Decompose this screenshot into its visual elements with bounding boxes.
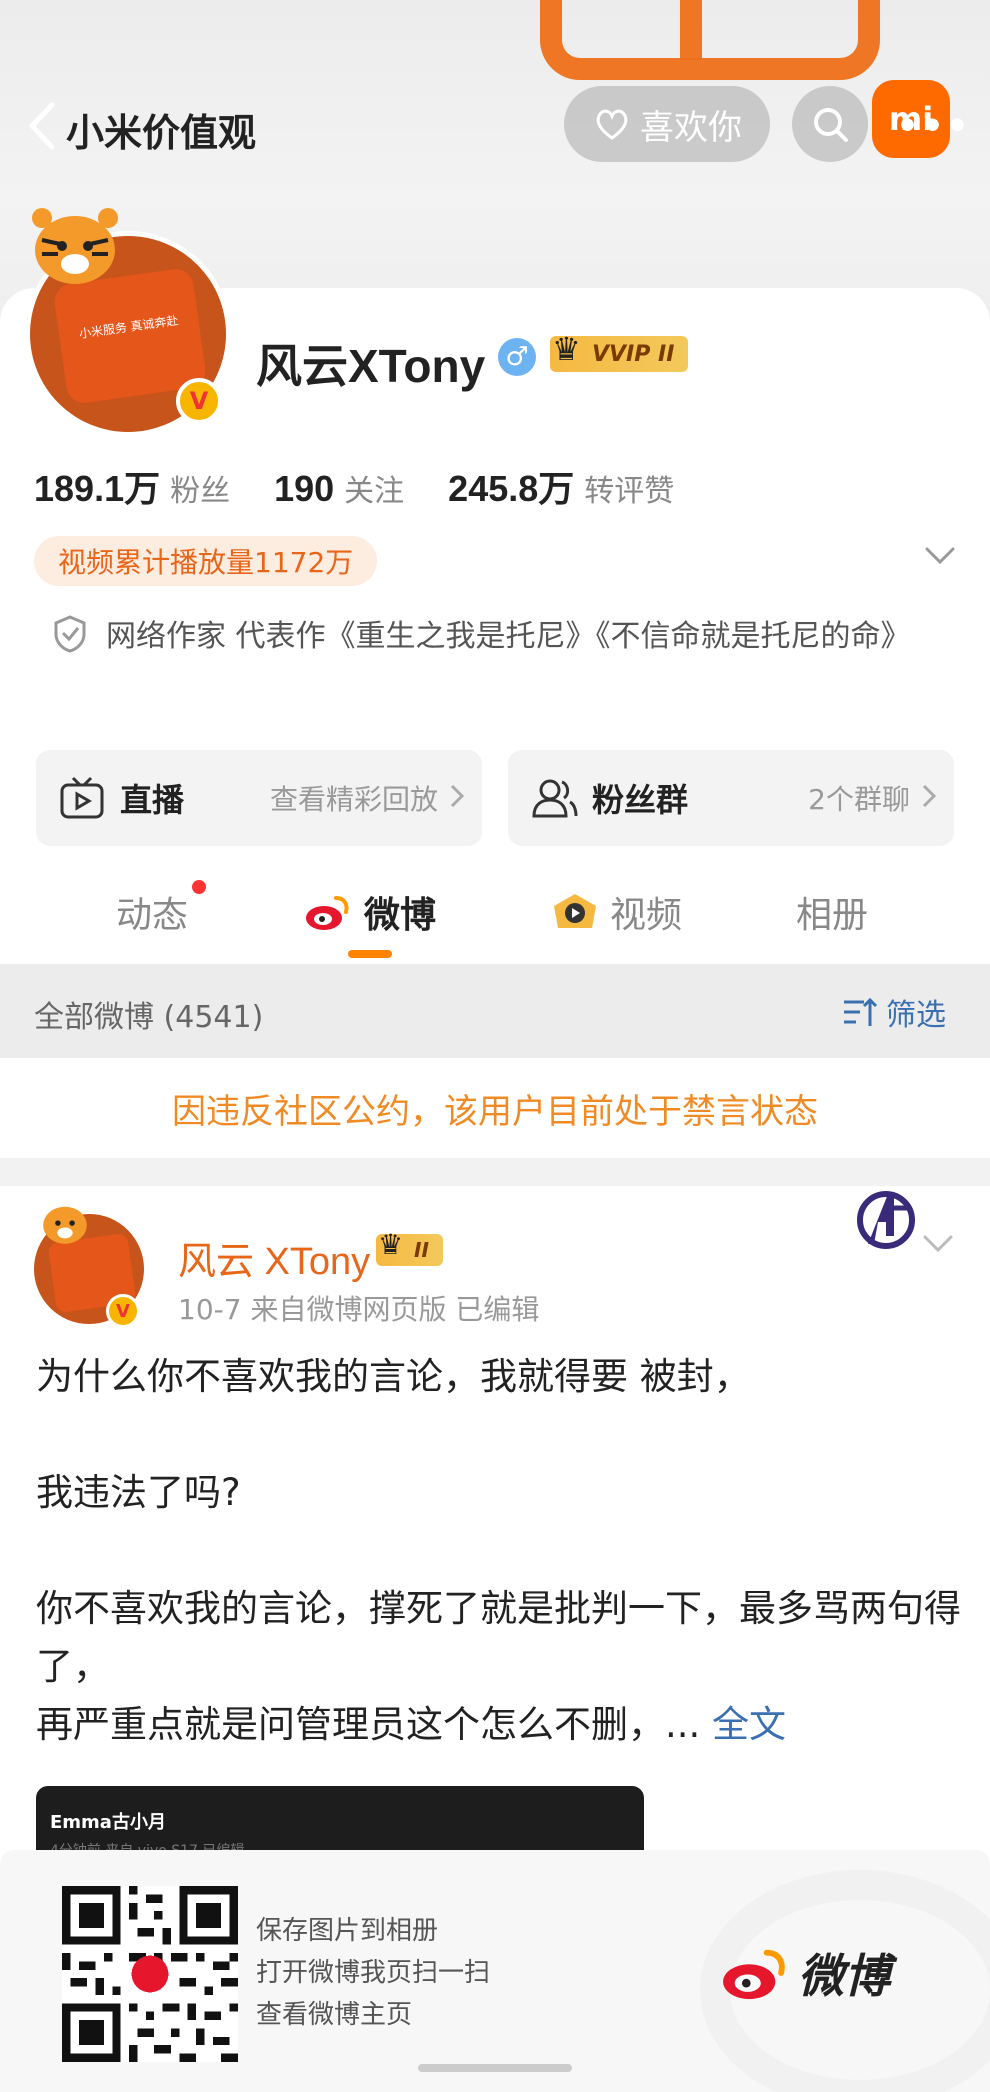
tab-video[interactable]: 视频 — [552, 886, 682, 938]
weibo-logo-icon — [723, 1949, 785, 2000]
crown-icon: ♛ — [378, 1228, 404, 1261]
video-play-icon — [554, 894, 596, 928]
live-entry-card[interactable]: 直播 查看精彩回放 — [36, 750, 482, 846]
embedded-author: Emma古小月 — [50, 1812, 166, 1833]
search-button[interactable] — [792, 86, 868, 162]
shield-icon — [54, 615, 86, 653]
stat-value: 245.8万 — [448, 468, 575, 509]
crown-icon: ♛ — [552, 330, 581, 368]
page-title: 小米价值观 — [66, 111, 257, 155]
fan-group-subtitle: 2个群聊 — [808, 783, 910, 816]
profile-stats: 189.1万 粉丝 190 关注 245.8万 转评赞 — [34, 460, 674, 512]
home-indicator — [418, 2064, 572, 2072]
stat-label: 关注 — [344, 474, 405, 509]
share-instructions: 保存图片到相册 打开微博我页扫一扫 查看微博主页 — [256, 1910, 490, 2036]
qr-code — [62, 1886, 238, 2062]
post-author-name[interactable]: 风云 XTony — [178, 1230, 370, 1285]
tiger-pendant-icon — [32, 208, 118, 284]
back-button[interactable] — [26, 98, 66, 154]
top-bar: 小米价值观 喜欢你 mi ••• — [0, 80, 990, 166]
banner-graphic — [540, 0, 880, 80]
filter-button[interactable]: 筛选 — [842, 990, 946, 1034]
tab-album[interactable]: 相册 — [796, 886, 868, 938]
feed-filter-bar: 全部微博 (4541) 筛选 — [0, 964, 990, 1058]
chevron-right-icon — [450, 784, 464, 808]
weibo-brand-label: 微博 — [798, 1949, 890, 2003]
tv-play-icon — [58, 774, 106, 822]
heart-hands-icon — [596, 109, 628, 140]
stat-value: 190 — [274, 468, 335, 509]
all-weibo-count: 全部微博 (4541) — [34, 1000, 264, 1035]
live-entry-title: 直播 — [120, 781, 185, 819]
active-tab-indicator — [348, 950, 392, 958]
share-footer: 保存图片到相册 打开微博我页扫一扫 查看微博主页 微博 — [0, 1850, 990, 2092]
profile-tabs: 动态 微博 视频 相册 — [0, 860, 990, 964]
post-body: 为什么你不喜欢我的言论，我就得要 被封， 我违法了吗? 你不喜欢我的言论，撑死了… — [36, 1348, 966, 1754]
post-meta: 10-7 来自微博网页版 已编辑 — [178, 1293, 540, 1326]
vip-badge[interactable]: ♛ VVIP II — [550, 330, 689, 372]
weibo-logo-icon — [306, 896, 349, 930]
banned-notice: 因违反社区公约，该用户目前处于禁言状态 — [0, 1058, 990, 1158]
banner-graphic-line — [680, 0, 702, 60]
post-vip-badge[interactable]: ♛ II — [376, 1228, 443, 1266]
share-line: 打开微博我页扫一扫 — [256, 1958, 491, 1988]
user-name: 风云XTony — [256, 340, 486, 392]
like-button[interactable]: 喜欢你 — [564, 86, 770, 162]
chevron-down-icon[interactable] — [924, 546, 956, 566]
share-line: 查看微博主页 — [256, 2000, 413, 2030]
video-play-count-badge: 视频累计播放量1172万 — [34, 536, 378, 586]
verified-badge-icon: V — [176, 378, 222, 424]
stat-value: 189.1万 — [34, 468, 161, 509]
stat-following[interactable]: 190 关注 — [274, 466, 404, 510]
weibo-brand: 微博 — [720, 1940, 890, 2006]
filter-button-label: 筛选 — [886, 998, 946, 1033]
tiger-pendant-icon — [43, 1206, 87, 1244]
more-options-icon[interactable]: ••• — [896, 106, 971, 147]
filter-sort-icon — [844, 997, 878, 1026]
chevron-left-icon — [29, 102, 55, 150]
share-line: 保存图片到相册 — [256, 1916, 439, 1946]
group-users-icon — [530, 774, 578, 822]
male-gender-icon: ♂ — [498, 338, 536, 376]
stat-label: 粉丝 — [170, 474, 231, 509]
tab-label: 动态 — [116, 895, 189, 936]
like-button-label: 喜欢你 — [640, 107, 742, 148]
tab-label: 视频 — [610, 895, 683, 936]
vip-badge-label: VVIP II — [592, 341, 675, 367]
full-text-link[interactable]: 全文 — [712, 1703, 786, 1746]
unread-dot — [192, 880, 206, 894]
post-vip-label: II — [414, 1238, 429, 1262]
fan-group-title: 粉丝群 — [592, 781, 689, 819]
stat-label: 转评赞 — [584, 474, 675, 509]
stat-interactions[interactable]: 245.8万 转评赞 — [448, 460, 674, 512]
live-entry-subtitle: 查看精彩回放 — [269, 783, 438, 816]
tab-weibo[interactable]: 微博 — [304, 886, 436, 938]
chevron-down-icon[interactable] — [922, 1234, 954, 1254]
tab-label: 相册 — [796, 895, 869, 936]
search-icon — [814, 108, 848, 142]
profile-bio: 网络作家 代表作《重生之我是托尼》《不信命就是托尼的命》 — [106, 619, 911, 654]
post-text: 为什么你不喜欢我的言论，我就得要 被封， 我违法了吗? 你不喜欢我的言论，撑死了… — [36, 1355, 961, 1746]
tab-label: 微博 — [364, 895, 437, 936]
verified-badge-icon: V — [106, 1294, 140, 1328]
avengers-logo-icon — [857, 1191, 915, 1249]
tab-dynamics[interactable]: 动态 — [116, 880, 206, 938]
chevron-right-icon — [922, 784, 936, 808]
fan-group-entry-card[interactable]: 粉丝群 2个群聊 — [508, 750, 954, 846]
stat-followers[interactable]: 189.1万 粉丝 — [34, 460, 230, 512]
